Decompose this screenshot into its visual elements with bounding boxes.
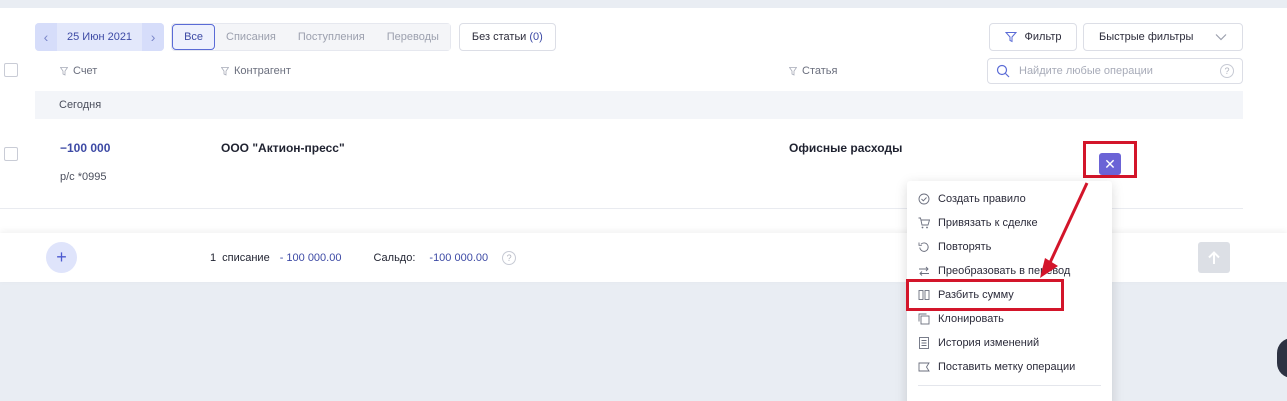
- operations-count-word: списание: [222, 252, 270, 264]
- row-account: р/с *0995: [60, 171, 107, 183]
- menu-item-convert-transfer[interactable]: Преобразовать в перевод: [918, 262, 1070, 280]
- close-button-highlight: ✕: [1083, 141, 1137, 178]
- clone-icon: [918, 313, 930, 325]
- transfer-icon: [919, 266, 929, 276]
- column-counterparty-label: Контрагент: [234, 65, 291, 77]
- menu-item-label: Клонировать: [938, 313, 1004, 325]
- balance-label: Сальдо:: [373, 252, 416, 264]
- menu-item-label: Привязать к сделке: [938, 217, 1038, 229]
- column-counterparty[interactable]: Контрагент: [221, 65, 291, 77]
- column-category-label: Статья: [802, 65, 838, 77]
- menu-item-clone[interactable]: Клонировать: [918, 310, 1004, 328]
- add-operation-button[interactable]: +: [46, 242, 77, 273]
- date-navigator: ‹ 25 Июн 2021 ›: [35, 23, 165, 51]
- tab-transfers[interactable]: Переводы: [375, 24, 450, 50]
- menu-divider: [918, 385, 1101, 386]
- funnel-icon: [789, 66, 797, 76]
- search-placeholder: Найдите любые операции: [1019, 65, 1153, 77]
- row-category: Офисные расходы: [789, 141, 903, 155]
- menu-item-repeat[interactable]: Повторять: [918, 238, 991, 256]
- funnel-icon: [60, 66, 68, 76]
- menu-item-label: Создать правило: [938, 193, 1026, 205]
- row-counterparty: ООО "Актион-пресс": [221, 141, 345, 155]
- operations-count: 1: [210, 252, 217, 264]
- totals-summary: 1 списание - 100 000.00 Сальдо: -100 000…: [210, 251, 517, 265]
- menu-item-label: Поставить метку операции: [938, 361, 1076, 373]
- close-menu-button[interactable]: ✕: [1099, 153, 1121, 175]
- prev-date-icon[interactable]: ‹: [35, 23, 57, 51]
- repeat-icon: [918, 242, 929, 252]
- chevron-down-icon: [1215, 34, 1227, 41]
- column-account[interactable]: Счет: [60, 65, 97, 77]
- chat-widget-icon[interactable]: [1277, 338, 1287, 378]
- arrow-up-icon: [1208, 250, 1220, 264]
- filter-button[interactable]: Фильтр: [989, 23, 1077, 51]
- help-icon[interactable]: ?: [1220, 64, 1234, 78]
- check-circle-icon: [918, 193, 930, 205]
- row-checkbox[interactable]: [4, 147, 18, 161]
- quick-filters-dropdown[interactable]: Быстрые фильтры: [1083, 23, 1243, 51]
- operations-total: - 100 000.00: [279, 252, 342, 264]
- next-date-icon[interactable]: ›: [142, 23, 165, 51]
- group-label: Сегодня: [59, 99, 102, 111]
- filter-label: Фильтр: [1024, 31, 1062, 43]
- group-header-today: Сегодня: [35, 91, 1243, 119]
- tab-credits[interactable]: Поступления: [286, 24, 376, 50]
- no-category-label: Без статьи: [471, 31, 527, 43]
- column-category[interactable]: Статья: [789, 65, 837, 77]
- no-category-button[interactable]: Без статьи (0): [458, 23, 556, 51]
- menu-item-label: Повторять: [938, 241, 992, 253]
- cart-icon: [918, 217, 930, 229]
- tag-icon: [918, 362, 930, 372]
- select-all-checkbox[interactable]: [4, 63, 18, 77]
- row-amount: −100 000: [60, 141, 111, 155]
- menu-item-create-rule[interactable]: Создать правило: [918, 190, 1026, 208]
- search-icon: [996, 64, 1010, 78]
- menu-item-link-deal[interactable]: Привязать к сделке: [918, 214, 1038, 232]
- balance-value: -100 000.00: [429, 252, 489, 264]
- search-input[interactable]: Найдите любые операции ?: [987, 58, 1243, 84]
- history-icon: [919, 337, 929, 349]
- scroll-top-button[interactable]: [1198, 242, 1230, 273]
- plus-icon: +: [56, 247, 67, 267]
- close-icon: ✕: [1104, 155, 1116, 172]
- tab-all[interactable]: Все: [172, 24, 216, 50]
- tab-debits[interactable]: Списания: [215, 24, 287, 50]
- split-amount-highlight: [906, 279, 1064, 311]
- help-icon[interactable]: ?: [502, 251, 517, 265]
- menu-item-tag[interactable]: Поставить метку операции: [918, 358, 1075, 376]
- toolbar: ‹ 25 Июн 2021 › Все Списания Поступления…: [35, 23, 556, 51]
- operation-type-tabs: Все Списания Поступления Переводы: [171, 23, 451, 51]
- table-header: Счет Контрагент Статья Найдите любые опе…: [0, 58, 1243, 92]
- menu-item-history[interactable]: История изменений: [918, 334, 1039, 352]
- funnel-icon: [1004, 32, 1017, 43]
- menu-item-label: История изменений: [938, 337, 1040, 349]
- menu-item-label: Преобразовать в перевод: [938, 265, 1071, 277]
- date-label[interactable]: 25 Июн 2021: [57, 31, 142, 43]
- funnel-icon: [221, 66, 229, 76]
- column-account-label: Счет: [73, 65, 98, 77]
- no-category-count: (0): [529, 31, 543, 43]
- quick-filters-label: Быстрые фильтры: [1099, 31, 1194, 43]
